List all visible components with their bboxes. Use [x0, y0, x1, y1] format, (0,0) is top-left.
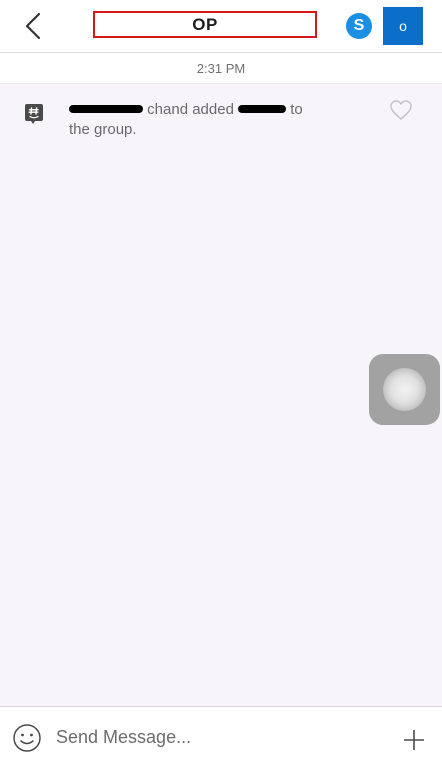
timestamp-text: 2:31 PM [196, 60, 246, 76]
plus-icon[interactable] [403, 729, 425, 751]
assistive-touch-button[interactable] [369, 354, 440, 425]
skype-icon[interactable]: S [346, 13, 372, 39]
emoji-icon[interactable] [12, 723, 42, 753]
chevron-left-icon[interactable] [20, 10, 48, 42]
message-timestamp: 2:31 PM [0, 53, 442, 84]
chat-title[interactable]: OP [93, 11, 317, 38]
assistive-touch-inner [383, 368, 426, 411]
redacted-name [238, 104, 287, 113]
system-message-text: chand added to the group. [69, 100, 369, 140]
heart-icon[interactable] [389, 99, 413, 121]
skype-glyph: S [353, 17, 365, 34]
redacted-name [69, 104, 143, 113]
message-composer [0, 706, 442, 767]
system-message: chand added to the group. [0, 93, 442, 143]
message-part-1: chand added [147, 101, 234, 118]
chat-header: OP S o [0, 0, 442, 53]
message-input[interactable] [56, 724, 356, 750]
message-line-2: the group. [69, 121, 137, 138]
outlook-glyph: o [399, 18, 407, 34]
groupme-icon [25, 104, 43, 124]
outlook-icon[interactable]: o [383, 7, 423, 45]
message-part-2: to [290, 101, 303, 118]
